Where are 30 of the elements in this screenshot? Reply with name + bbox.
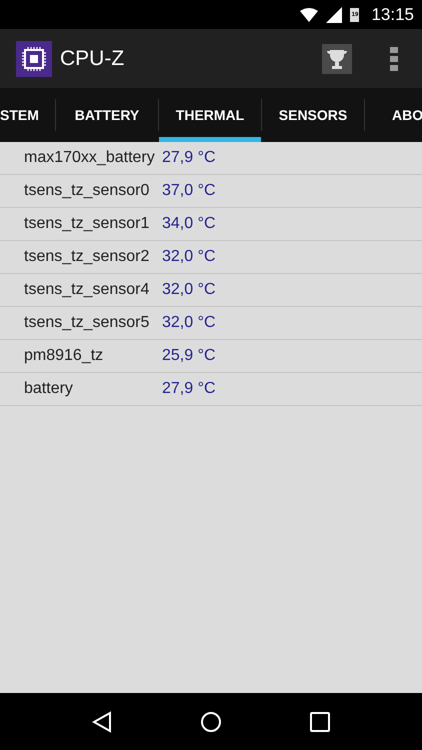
clock: 13:15: [371, 4, 414, 26]
wifi-icon: [300, 8, 318, 22]
sensor-name: tsens_tz_sensor1: [23, 214, 150, 234]
chip-icon[interactable]: [16, 40, 52, 76]
temperature-value: 32,0 °C: [162, 247, 216, 267]
signal-icon: [326, 6, 342, 22]
temperature-value: 32,0 °C: [162, 313, 216, 333]
sensor-name: tsens_tz_sensor2: [23, 247, 150, 267]
trophy-icon[interactable]: [322, 44, 352, 74]
temperature-value: 27,9 °C: [162, 148, 216, 168]
sensor-name: tsens_tz_sensor0: [23, 181, 150, 201]
overflow-menu-icon[interactable]: [390, 46, 398, 70]
temperature-value: 32,0 °C: [162, 280, 216, 300]
sensor-name: tsens_tz_sensor5: [23, 313, 150, 333]
sensor-name: battery: [23, 379, 74, 399]
temperature-value: 37,0 °C: [162, 181, 216, 201]
sensor-name: tsens_tz_sensor4: [23, 280, 150, 300]
back-icon[interactable]: [92, 710, 112, 732]
tab[interactable]: STEM: [0, 88, 55, 142]
tab[interactable]: BATTERY: [56, 88, 158, 142]
sensor-name: pm8916_tz: [23, 346, 104, 366]
sensor-name: max170xx_battery: [23, 148, 156, 168]
app-title: CPU-Z: [60, 46, 126, 72]
temperature-value: 25,9 °C: [162, 346, 216, 366]
recents-icon[interactable]: [310, 712, 330, 732]
temperature-value: 27,9 °C: [162, 379, 216, 399]
home-icon[interactable]: [200, 710, 222, 732]
temperature-value: 34,0 °C: [162, 214, 216, 234]
tab[interactable]: SENSORS: [262, 88, 364, 142]
tab[interactable]: THERMAL: [159, 88, 261, 142]
